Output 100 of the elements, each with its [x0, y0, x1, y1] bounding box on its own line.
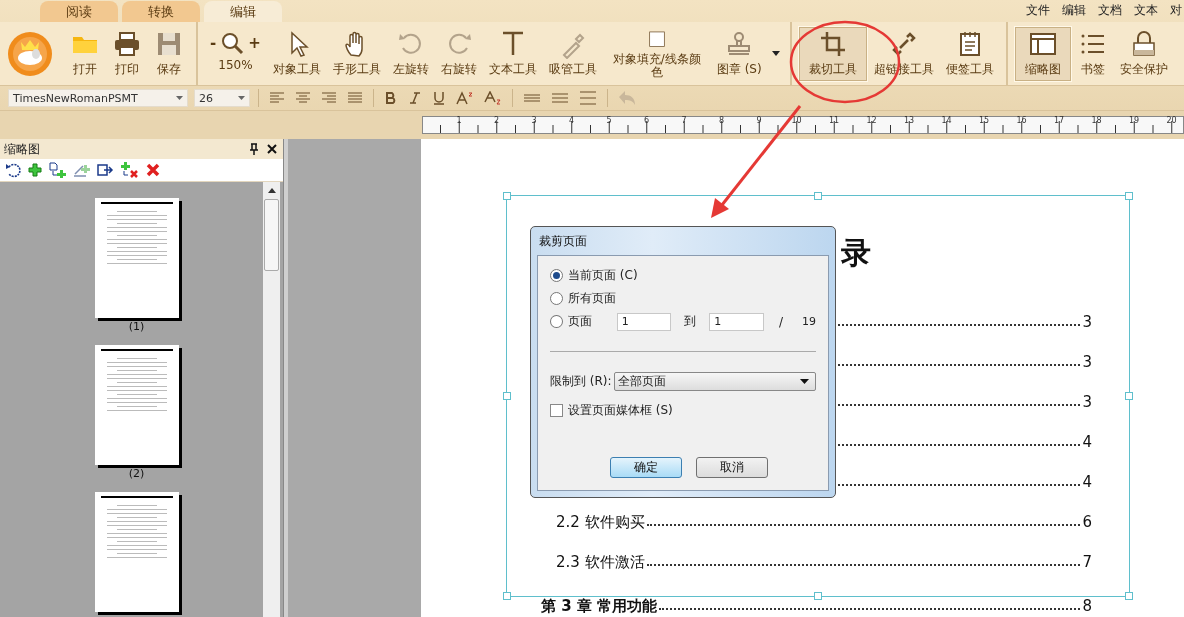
replace-page-icon[interactable] [121, 162, 139, 178]
page-number: 4 [1082, 473, 1092, 491]
radio-button[interactable] [550, 315, 563, 328]
line-spacing-icon[interactable] [551, 91, 569, 105]
pin-icon[interactable] [249, 143, 259, 155]
toolbar-button[interactable]: 吸管工具 [542, 25, 603, 82]
toolbar-button[interactable]: 右旋转 [434, 25, 483, 82]
page-number: 3 [1082, 313, 1092, 331]
radio-label[interactable]: 当前页面 (C) [568, 267, 638, 284]
magnifier-icon[interactable] [220, 30, 245, 55]
align-icon[interactable] [321, 91, 337, 105]
toolbar-button[interactable]: 裁切工具 [797, 25, 868, 82]
page-number: 8 [1082, 597, 1092, 615]
toc-entry: 2.3 软件激活 [556, 552, 645, 572]
caret-icon [238, 96, 245, 100]
delete-icon[interactable] [145, 162, 161, 178]
page-thumbnail[interactable] [94, 198, 179, 318]
align-icon[interactable] [269, 91, 285, 105]
toolbar-button[interactable]: 便签工具 [939, 25, 1000, 82]
toolbar-button[interactable]: 保存 [148, 25, 190, 82]
slash: / [778, 314, 783, 329]
ribbon-tab[interactable]: 阅读 [40, 1, 118, 22]
ruler-number: 8 [717, 116, 726, 125]
line-spacing-icon[interactable] [579, 91, 597, 105]
font-select[interactable]: TimesNewRomanPSMT [8, 89, 188, 107]
ruler-number: 7 [680, 116, 688, 125]
superscript-icon[interactable] [456, 91, 474, 105]
close-icon[interactable] [267, 144, 277, 154]
caret-icon [176, 96, 183, 100]
toolbar-button[interactable]: 文本工具 [482, 25, 543, 82]
toc-entry: 第 3 章 常用功能 [541, 596, 658, 616]
ruler-number: 3 [530, 116, 538, 125]
crop-frame[interactable] [506, 195, 1130, 597]
insert-page-icon[interactable] [49, 162, 67, 178]
menu-item[interactable]: 对 [1170, 2, 1182, 19]
vertical-scrollbar[interactable] [263, 182, 280, 617]
scrollbar-thumb[interactable] [264, 199, 279, 271]
menu-item[interactable]: 文件 [1026, 2, 1050, 19]
toolbar-button[interactable]: 安全保护 [1113, 25, 1174, 82]
toolbar-button[interactable]: 超链接工具 [867, 25, 940, 82]
align-icon[interactable] [347, 91, 363, 105]
underline-icon[interactable] [432, 91, 446, 105]
line-spacing-icon[interactable] [523, 91, 541, 105]
toolbar-button[interactable]: 左旋转 [386, 25, 435, 82]
from-page-field[interactable]: 1 [616, 312, 672, 331]
toc-entry: 2.2 软件购买 [556, 512, 645, 532]
ruler-number: 14 [940, 116, 953, 125]
page-number: 7 [1082, 553, 1092, 571]
checkbox[interactable] [550, 404, 563, 417]
toolbar-button[interactable]: 对象工具 [266, 25, 327, 82]
toolbar-button[interactable]: 打印 [106, 25, 148, 82]
ribbon-tab[interactable]: 转换 [122, 1, 200, 22]
plus-icon[interactable] [27, 162, 43, 178]
ribbon-tab[interactable]: 编辑 [204, 1, 282, 22]
font-size-select[interactable]: 26 [194, 89, 250, 107]
radio-label[interactable]: 页面 [567, 313, 604, 330]
toolbar-button[interactable]: 缩略图 [1013, 25, 1072, 82]
page-count: 19 [802, 315, 816, 328]
rotate-icon[interactable] [5, 162, 21, 178]
page-number-label: (1) [128, 320, 145, 333]
page-number: 3 [1082, 393, 1092, 411]
align-icon[interactable] [295, 91, 311, 105]
dialog-title: 裁剪页面 [538, 233, 588, 250]
toolbar-button[interactable]: 书签 [1071, 25, 1114, 82]
toolbar-button[interactable]: 手形工具 [326, 25, 387, 82]
to-page-field[interactable]: 1 [709, 312, 764, 331]
document-title: 录 [841, 234, 871, 272]
checkbox-label[interactable]: 设置页面媒体框 (S) [568, 402, 673, 419]
ruler-number: 4 [567, 116, 576, 125]
cancel-button[interactable]: 取消 [696, 457, 768, 478]
ruler-number: 18 [1090, 116, 1103, 125]
page-number: 6 [1082, 513, 1092, 531]
bold-icon[interactable] [384, 91, 398, 105]
zoom-out-button[interactable]: - [210, 33, 217, 52]
page-number: 3 [1082, 353, 1092, 371]
ok-button[interactable]: 确定 [610, 457, 682, 478]
ruler-number: 6 [642, 116, 651, 125]
radio-button[interactable] [550, 269, 563, 282]
ruler-number: 20 [1165, 116, 1178, 125]
toolbar-button[interactable]: 打开 [64, 25, 106, 82]
radio-label[interactable]: 所有页面 [568, 290, 616, 307]
page-thumbnail[interactable] [94, 345, 179, 465]
menu-item[interactable]: 编辑 [1062, 2, 1086, 19]
dropdown-arrow-icon[interactable] [771, 51, 780, 56]
italic-icon[interactable] [408, 91, 422, 105]
subscript-icon[interactable] [484, 91, 502, 105]
zoom-in-button[interactable]: + [248, 33, 261, 52]
toolbar-button[interactable]: 对象填充/线条颜色 [602, 25, 711, 82]
page-thumbnail[interactable] [94, 492, 179, 612]
to-label: 到 [684, 313, 697, 330]
ruler-number: 1 [455, 116, 463, 125]
ruler-number: 2 [492, 116, 501, 125]
toolbar-button[interactable]: 图章 (S) [710, 25, 768, 82]
scroll-up-arrow-icon[interactable] [267, 188, 276, 193]
limit-select[interactable]: 全部页面 [613, 372, 816, 391]
ruler-number: 19 [1127, 116, 1141, 125]
menu-item[interactable]: 文档 [1098, 2, 1122, 19]
radio-button[interactable] [550, 292, 563, 305]
export-icon[interactable] [97, 162, 115, 178]
menu-item[interactable]: 文本 [1134, 2, 1158, 19]
